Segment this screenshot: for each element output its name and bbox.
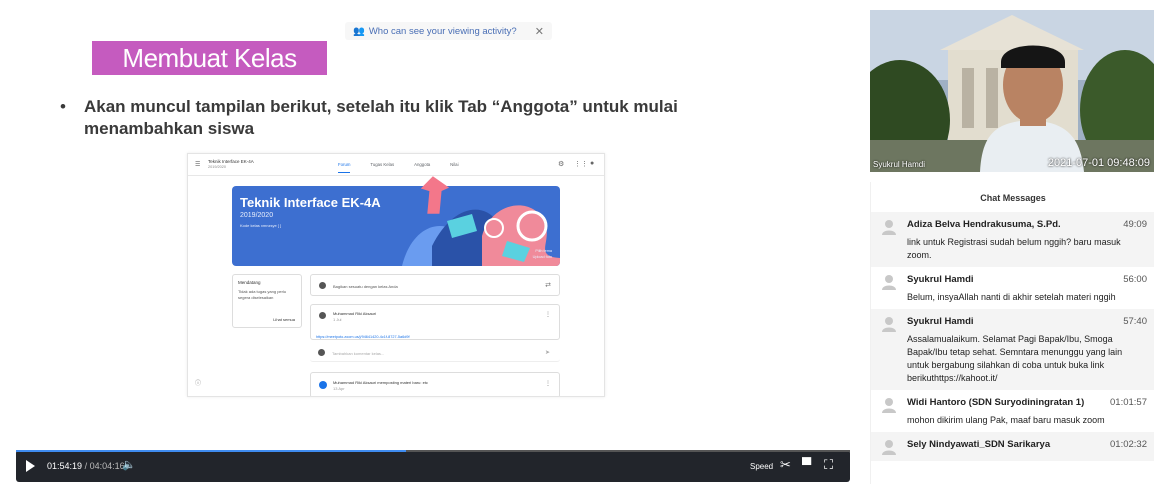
banner-info-line-2: Upload foto (532, 255, 552, 259)
video-control-bar: 01:54:19 / 04:04:16 🔈 Speed ✂ ▀ ⛶ (16, 450, 850, 482)
banner-title: Teknik Interface EK-4A (240, 195, 381, 210)
pointer-arrow-icon (420, 176, 450, 214)
material-post-time: 13 Apr (333, 386, 345, 391)
bullet-line-1: Akan muncul tampilan berikut, setelah it… (84, 97, 678, 116)
user-avatar-icon (882, 440, 896, 455)
volume-icon[interactable]: 🔈 (122, 458, 136, 471)
webcam-feed: Syukrul Hamdi 2021-07-01 09:48:09 (870, 10, 1154, 172)
avatar: ● (590, 160, 595, 167)
post-author: Muhammad Riki Aksauri (333, 311, 377, 316)
material-icon (319, 381, 327, 389)
close-icon[interactable]: ✕ (535, 25, 544, 38)
webcam-timestamp: 2021-07-01 09:48:09 (1047, 157, 1150, 169)
chat-time: 01:02:32 (1110, 439, 1147, 450)
banner-info: Pilih tema Upload foto (533, 248, 552, 260)
menu-icon: ☰ (195, 162, 201, 168)
scissors-icon[interactable]: ✂ (780, 457, 791, 473)
webcam-image (870, 10, 1154, 172)
classroom-tabs: Forum Tugas Kelas Anggota Nilai (338, 162, 459, 173)
banner-class-code: Kode kelas xmnzsye [ ] (240, 223, 282, 228)
chat-message: Widi Hantoro (SDN Suryodiningratan 1) 01… (871, 390, 1154, 432)
time-display: 01:54:19 / 04:04:16 (47, 461, 125, 471)
apps-icon: ⋮⋮ (574, 161, 588, 168)
chat-message: Adiza Belva Hendrakusuma, S.Pd. 49:09 li… (871, 212, 1154, 267)
repost-icon: ⇄ (545, 282, 551, 289)
webcam-participant-name: Syukrul Hamdi (873, 160, 926, 169)
settings-icon: ⚙ (558, 161, 565, 168)
avatar (319, 282, 326, 289)
post-link: https://meetpoto.zoom.us/j/94641420-4c1f… (316, 335, 410, 339)
post-time: 1 Jul (333, 317, 342, 322)
fullscreen-icon[interactable]: ⛶ (824, 457, 833, 473)
classroom-class-name: Teknik Interface EK-4A (208, 159, 254, 164)
user-avatar-icon (882, 398, 896, 413)
people-icon: 👥 (353, 25, 365, 37)
chat-panel: Chat Messages Adiza Belva Hendrakusuma, … (870, 182, 1154, 484)
screen-icon[interactable]: ▀ (802, 457, 811, 472)
upcoming-view-all: Lihat semua (273, 317, 295, 322)
bullet-dot: • (60, 97, 66, 116)
video-progress-fill (16, 450, 407, 452)
more-icon: ⋮ (545, 381, 551, 387)
upcoming-title: Mendatang (238, 280, 261, 285)
slide-title: Membuat Kelas (92, 41, 327, 75)
chat-sender: Syukrul Hamdi (907, 316, 974, 327)
material-post-text: Muhammad Riki Aksauri memposting materi … (333, 380, 428, 385)
avatar (318, 349, 325, 356)
chat-message: Syukrul Hamdi 56:00 Belum, insyaAllah na… (871, 267, 1154, 309)
chat-text: Assalamualaikum. Selamat Pagi Bapak/Ibu,… (907, 334, 1123, 383)
chat-text: link untuk Registrasi sudah belum nggih?… (907, 237, 1121, 260)
class-banner: Teknik Interface EK-4A 2019/2020 Kode ke… (232, 186, 560, 266)
classroom-screenshot: ☰ Teknik Interface EK-4A 2019/2020 Forum… (187, 153, 605, 397)
video-progress-bar[interactable] (16, 450, 850, 452)
tab-nilai: Nilai (450, 162, 459, 167)
more-icon: ⋮ (545, 312, 551, 318)
video-player[interactable]: 👥 Who can see your viewing activity? ✕ M… (0, 0, 858, 484)
classroom-class-year: 2019/2020 (208, 165, 226, 169)
user-avatar-icon (882, 220, 896, 235)
share-post-box: Bagikan sesuatu dengan kelas Anda ⇄ (310, 274, 560, 296)
current-time: 01:54:19 (47, 461, 83, 471)
comment-box: Tambahkan komentar kelas... ➤ (310, 344, 560, 362)
total-time: / 04:04:16 (84, 461, 125, 471)
material-post-card: Muhammad Riki Aksauri memposting materi … (310, 372, 560, 396)
slide-bullet: • Akan muncul tampilan berikut, setelah … (60, 96, 750, 140)
chat-time: 01:01:57 (1110, 397, 1147, 408)
privacy-notice[interactable]: 👥 Who can see your viewing activity? ✕ (345, 22, 552, 40)
chat-message: Syukrul Hamdi 57:40 Assalamualaikum. Sel… (871, 309, 1154, 390)
chat-text: Belum, insyaAllah nanti di akhir setelah… (907, 292, 1116, 302)
chat-message: Sely Nindyawati_SDN Sarikarya 01:02:32 (871, 432, 1154, 461)
classroom-topbar: ☰ Teknik Interface EK-4A 2019/2020 Forum… (188, 154, 604, 176)
send-icon: ➤ (544, 350, 550, 356)
play-icon[interactable] (26, 460, 35, 472)
bullet-line-2: menambahkan siswa (84, 119, 255, 138)
comment-placeholder: Tambahkan komentar kelas... (332, 351, 385, 356)
chat-time: 49:09 (1123, 219, 1147, 230)
chat-time: 57:40 (1123, 316, 1147, 327)
upcoming-text-2: segera diselesaikan (238, 295, 274, 300)
tab-tugas-kelas: Tugas Kelas (370, 162, 395, 167)
tab-forum: Forum (338, 162, 351, 173)
user-avatar-icon (882, 317, 896, 332)
upcoming-card: Mendatang Tidak ada tugas yang perlu seg… (232, 274, 302, 328)
chat-header: Chat Messages (980, 193, 1046, 203)
privacy-text: Who can see your viewing activity? (368, 25, 517, 37)
speed-button[interactable]: Speed (750, 462, 773, 471)
chat-time: 56:00 (1123, 274, 1147, 285)
banner-year: 2019/2020 (240, 212, 274, 219)
chat-text: mohon dikirim ulang Pak, maaf baru masuk… (907, 415, 1105, 425)
post-card: Muhammad Riki Aksauri 1 Jul https://meet… (310, 304, 560, 340)
avatar (319, 312, 326, 319)
chat-sender: Syukrul Hamdi (907, 274, 974, 285)
help-icon: ⓘ (195, 381, 202, 387)
app-root: 👥 Who can see your viewing activity? ✕ M… (0, 0, 1154, 484)
chat-sender: Adiza Belva Hendrakusuma, S.Pd. (907, 219, 1061, 230)
user-avatar-icon (882, 275, 896, 290)
chat-message-list[interactable]: Adiza Belva Hendrakusuma, S.Pd. 49:09 li… (871, 212, 1154, 461)
share-post-text: Bagikan sesuatu dengan kelas Anda (333, 284, 398, 289)
tab-anggota: Anggota (414, 162, 431, 167)
